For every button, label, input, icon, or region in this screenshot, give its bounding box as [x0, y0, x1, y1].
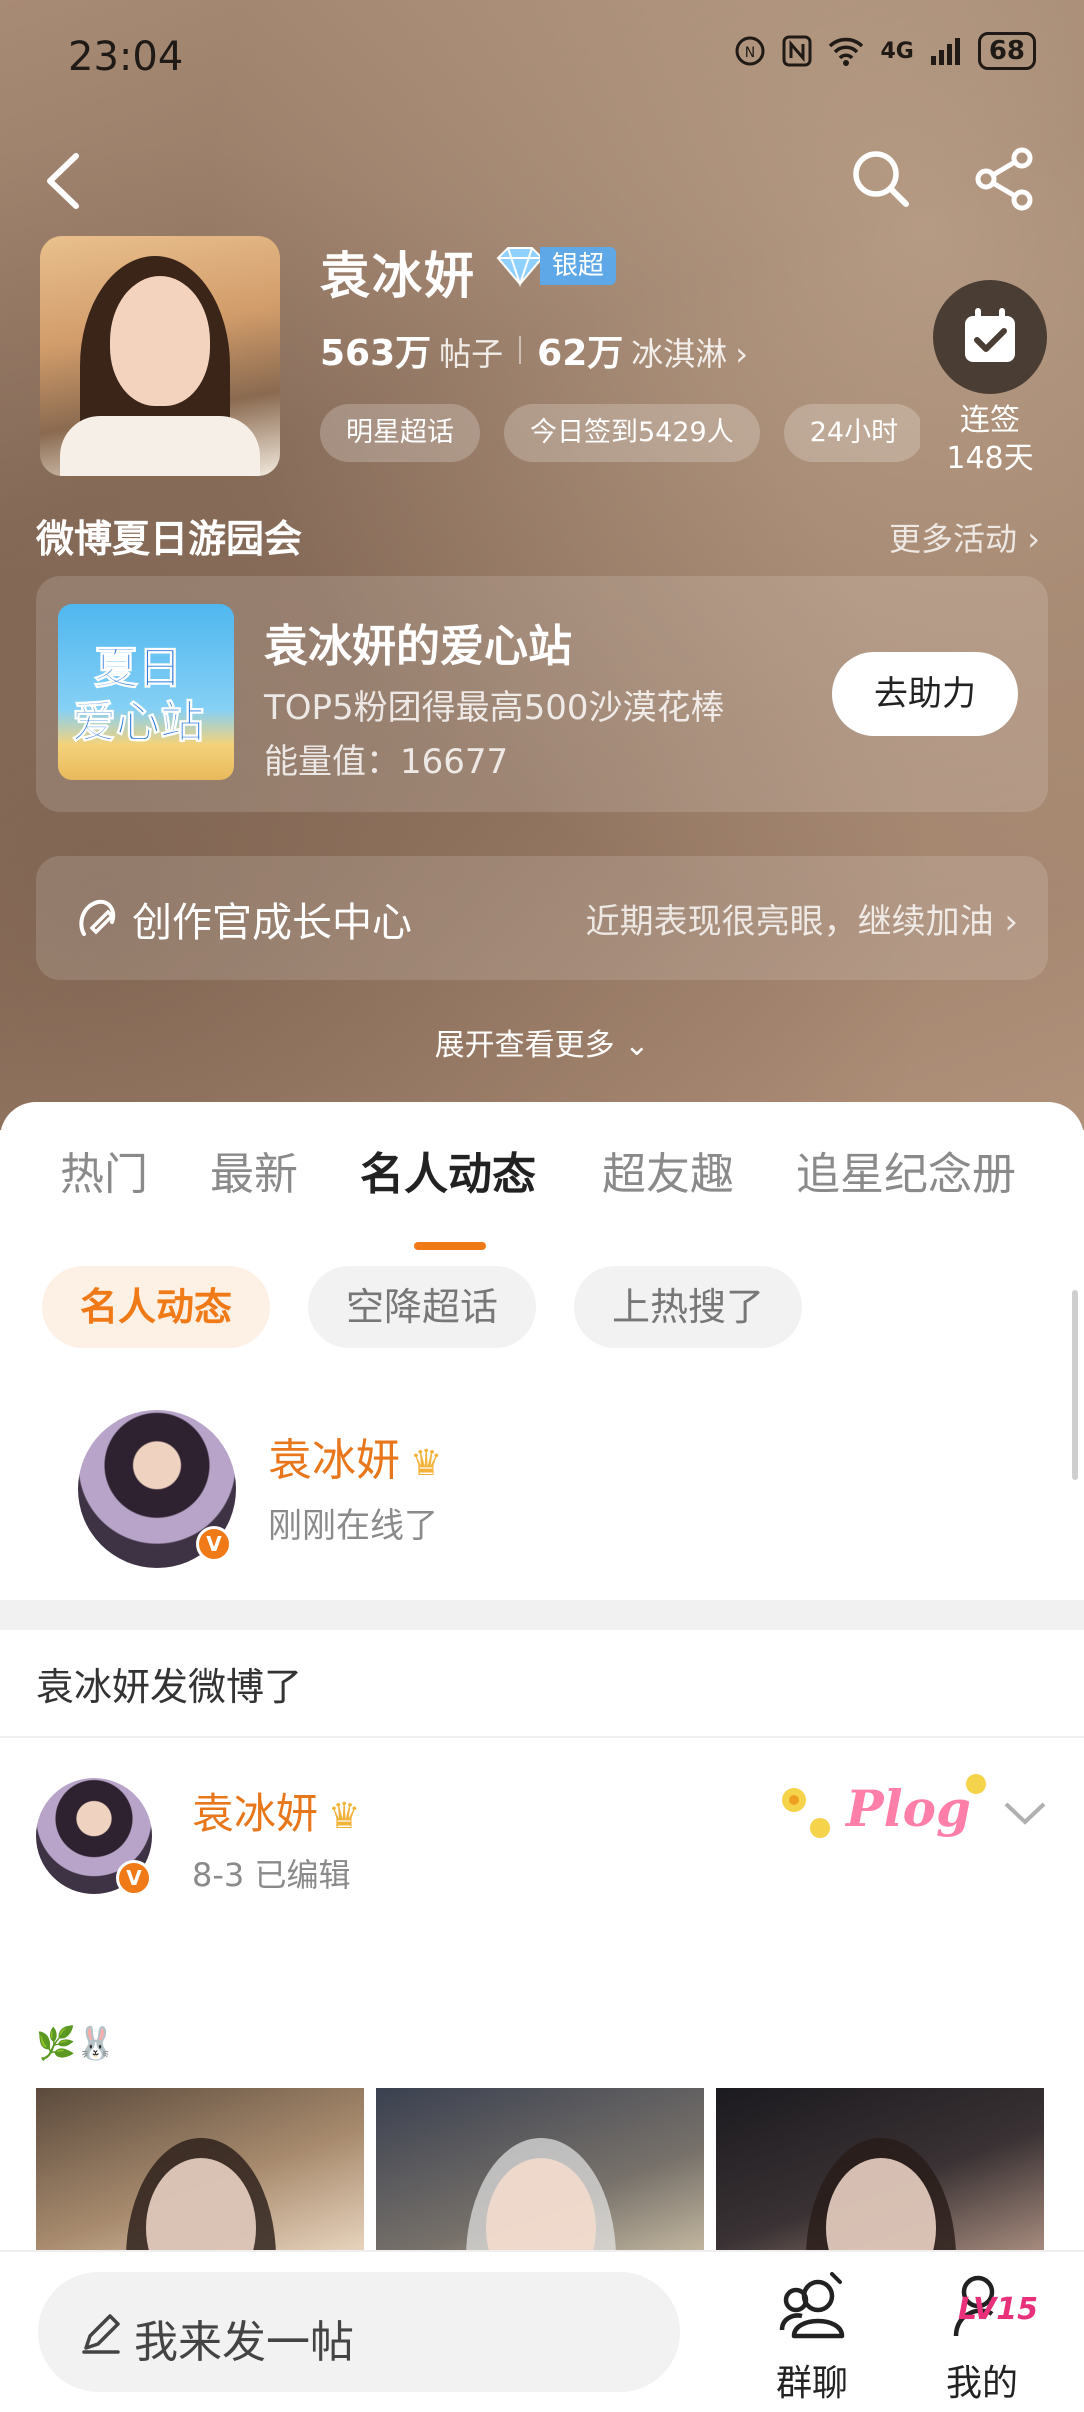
more-activities-link[interactable]: 更多活动 › [889, 514, 1040, 560]
compose-input[interactable]: 我来发一帖 [38, 2272, 680, 2392]
post-card[interactable]: V 袁冰妍 ♛ 8-3 已编辑 Plog 🌿🐰 [36, 1758, 1048, 2368]
chip-airdrop[interactable]: 空降超话 [308, 1266, 537, 1348]
celebrity-row[interactable]: V 袁冰妍 ♛ 刚刚在线了 [78, 1410, 978, 1576]
me-button[interactable]: LV15 我的 [912, 2266, 1052, 2406]
celebrity-status: 刚刚在线了 [268, 1506, 438, 1546]
celebrity-name[interactable]: 袁冰妍 ♛ [268, 1424, 442, 1488]
tab-memorial[interactable]: 追星纪念册 [796, 1138, 1016, 1202]
active-tab-indicator [414, 1242, 486, 1250]
verified-badge-icon: V [116, 1860, 152, 1896]
top-navigation [0, 140, 1084, 220]
love-station-thumbnail: 夏日 爱心站 [58, 604, 234, 780]
search-icon[interactable] [846, 144, 916, 214]
svg-text:N: N [745, 45, 755, 61]
group-chat-label: 群聊 [775, 2363, 848, 2404]
activity-header: 微博夏日游园会 更多活动 › [36, 508, 1048, 564]
post-author-name-text: 袁冰妍 [192, 1789, 319, 1838]
section-label: 袁冰妍发微博了 [36, 1665, 303, 1709]
level-badge[interactable]: 银超 [492, 244, 617, 288]
topic-profile: 袁冰妍 银超 563万 帖子 62万 冰淇淋 › 明星超话 今日签到5429人 … [40, 236, 1050, 476]
content-sheet: 热门 最新 名人动态 超友趣 追星纪念册 名人动态 空降超话 上热搜了 V 袁冰… [0, 1102, 1084, 2412]
pencil-icon [82, 2314, 120, 2354]
love-station-name: 袁冰妍的爱心站 [264, 621, 572, 672]
divider [0, 1736, 1084, 1738]
post-author-name[interactable]: 袁冰妍 ♛ [192, 1780, 360, 1841]
plog-sticker: Plog [782, 1774, 986, 1838]
filter-chips: 名人动态 空降超话 上热搜了 [42, 1266, 803, 1348]
more-activities-label: 更多活动 [889, 520, 1018, 558]
status-bar: 23:04 N 4G 68 [0, 0, 1084, 110]
help-button[interactable]: 去助力 [832, 652, 1018, 736]
post-emoji: 🌿🐰 [36, 2024, 116, 2062]
tab-hot[interactable]: 热门 [60, 1138, 148, 1202]
status-time: 23:04 [68, 34, 184, 80]
growth-center-subtitle: 近期表现很亮眼，继续加油 › [585, 902, 1018, 942]
user-level-badge: LV15 [958, 2292, 1038, 2327]
chevron-right-icon[interactable]: › [735, 335, 748, 373]
topic-avatar[interactable] [40, 236, 280, 476]
tab-celebrity[interactable]: 名人动态 [360, 1138, 536, 1202]
celebrity-name-text: 袁冰妍 [268, 1435, 400, 1486]
chip-celebrity[interactable]: 名人动态 [42, 1266, 271, 1348]
tag-item[interactable]: 今日签到5429人 [504, 404, 760, 462]
checkin-label: 连签 [960, 403, 1020, 438]
network-type: 4G [880, 38, 914, 64]
thumb-line2: 爱心站 [72, 697, 205, 749]
love-station-energy: 能量值：16677 [264, 742, 509, 782]
pen-badge-icon [79, 899, 116, 936]
topic-stats: 563万 帖子 62万 冰淇淋 › [320, 324, 748, 376]
status-icons: N 4G 68 [734, 32, 1036, 70]
tab-friends[interactable]: 超友趣 [602, 1138, 734, 1202]
chip-hot-search[interactable]: 上热搜了 [574, 1266, 803, 1348]
tab-latest[interactable]: 最新 [210, 1138, 298, 1202]
plog-text: Plog [844, 1779, 971, 1838]
checkin-button[interactable]: 连签 148天 [930, 280, 1050, 478]
fans-count[interactable]: 62万 [537, 324, 623, 376]
group-chat-button[interactable]: 群聊 [752, 2266, 872, 2406]
love-station-card[interactable]: 夏日 爱心站 袁冰妍的爱心站 TOP5粉团得最高500沙漠花棒 能量值：1667… [36, 576, 1048, 812]
n-icon [782, 35, 812, 67]
tag-item[interactable]: 明星超话 [320, 404, 480, 462]
bottom-bar: 我来发一帖 群聊 LV15 我的 [0, 2250, 1084, 2412]
me-label: 我的 [945, 2363, 1018, 2404]
compose-placeholder: 我来发一帖 [134, 2317, 354, 2368]
calendar-check-icon [933, 280, 1047, 394]
post-meta: 8-3 已编辑 [192, 1856, 351, 1894]
signal-icon [930, 38, 960, 65]
group-chat-icon [779, 2272, 845, 2339]
checkin-days: 148天 [946, 441, 1034, 476]
tag-item[interactable]: 24小时 [783, 404, 920, 462]
expand-more[interactable]: 展开查看更多 ⌄ [0, 1020, 1084, 1064]
verified-badge-icon: V [196, 1526, 232, 1562]
battery-icon: 68 [977, 32, 1036, 70]
expand-more-label: 展开查看更多 [434, 1028, 615, 1063]
chevron-down-icon: ⌄ [624, 1028, 650, 1063]
crown-icon: ♛ [328, 1796, 361, 1837]
fans-unit[interactable]: 冰淇淋 [631, 329, 727, 375]
level-label: 银超 [540, 247, 617, 285]
topic-tags: 明星超话 今日签到5429人 24小时 [320, 404, 920, 464]
section-divider [0, 1600, 1084, 1630]
topic-name: 袁冰妍 [320, 247, 476, 305]
nfc-icon: N [735, 36, 765, 66]
posts-count: 563万 [320, 333, 432, 374]
scrollbar[interactable] [1072, 1290, 1078, 1480]
activity-title: 微博夏日游园会 [36, 517, 303, 561]
wifi-icon [829, 37, 864, 66]
posts-unit: 帖子 [439, 335, 504, 373]
growth-center-subtitle-text: 近期表现很亮眼，继续加油 [585, 902, 994, 942]
love-station-desc: TOP5粉团得最高500沙漠花棒 [264, 688, 725, 728]
crown-icon: ♛ [410, 1443, 443, 1484]
share-icon[interactable] [970, 144, 1040, 214]
chevron-down-icon[interactable] [1002, 1798, 1048, 1828]
back-icon[interactable] [36, 146, 96, 216]
tab-bar: 热门 最新 名人动态 超友趣 追星纪念册 [0, 1138, 1084, 1250]
growth-center-card[interactable]: 创作官成长中心 近期表现很亮眼，继续加油 › [36, 856, 1048, 980]
growth-center-title: 创作官成长中心 [132, 900, 412, 946]
